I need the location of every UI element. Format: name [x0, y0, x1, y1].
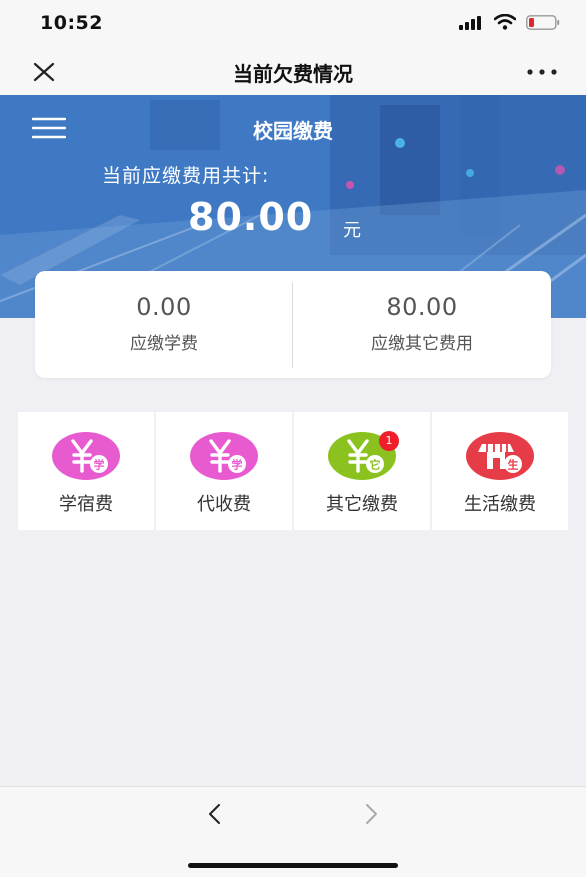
grid-item-label: 代收费 — [197, 494, 251, 515]
more-icon[interactable] — [526, 66, 558, 78]
yuan-study-icon: 学 — [52, 432, 120, 480]
wifi-icon — [494, 14, 516, 30]
grid-item-tuition-accommodation[interactable]: 学 学宿费 — [18, 412, 154, 530]
status-bar: 10:52 — [0, 0, 586, 48]
tuition-due-value: 0.00 — [136, 293, 192, 321]
home-indicator — [188, 863, 398, 868]
grid-item-label: 其它缴费 — [326, 494, 398, 515]
currency-unit: 元 — [343, 220, 361, 241]
status-time: 10:52 — [40, 12, 103, 34]
tuition-summary[interactable]: 0.00 应缴学费 — [35, 271, 293, 378]
grid-item-label: 学宿费 — [59, 494, 113, 515]
other-fees-due-label: 应缴其它费用 — [371, 334, 473, 354]
cellular-signal-icon — [459, 16, 485, 30]
fee-summary-card: 0.00 应缴学费 80.00 应缴其它费用 — [35, 271, 551, 378]
back-arrow-icon[interactable] — [200, 799, 230, 829]
battery-icon — [526, 15, 560, 30]
svg-text:学: 学 — [94, 458, 105, 472]
other-fees-summary[interactable]: 80.00 应缴其它费用 — [293, 271, 551, 378]
grid-item-other-payments[interactable]: 它 其它缴费 — [294, 412, 430, 530]
grid-item-label: 生活缴费 — [464, 494, 536, 515]
total-due-label: 当前应缴费用共计: — [102, 165, 270, 187]
grid-item-collection-fee[interactable]: 学 代收费 — [156, 412, 292, 530]
forward-arrow-icon[interactable] — [356, 799, 386, 829]
svg-text:它: 它 — [370, 458, 381, 472]
grid-item-living-payments[interactable]: 生 生活缴费 — [432, 412, 568, 530]
page-title: 当前欠费情况 — [233, 62, 353, 86]
banner-title: 校园缴费 — [253, 119, 333, 143]
yuan-study-icon: 学 — [190, 432, 258, 480]
tuition-due-label: 应缴学费 — [130, 334, 198, 354]
browser-toolbar — [0, 786, 586, 877]
fee-category-grid: 学 学宿费 学 代收费 它 其它缴费 生 生活缴费 1 — [18, 412, 568, 530]
svg-text:生: 生 — [508, 458, 519, 472]
notification-badge: 1 — [379, 431, 399, 451]
svg-text:学: 学 — [232, 458, 243, 472]
navbar: 当前欠费情况 — [0, 48, 586, 95]
shop-life-icon: 生 — [466, 432, 534, 480]
total-due-amount: 80.00 — [188, 195, 314, 239]
other-fees-due-value: 80.00 — [386, 293, 458, 321]
